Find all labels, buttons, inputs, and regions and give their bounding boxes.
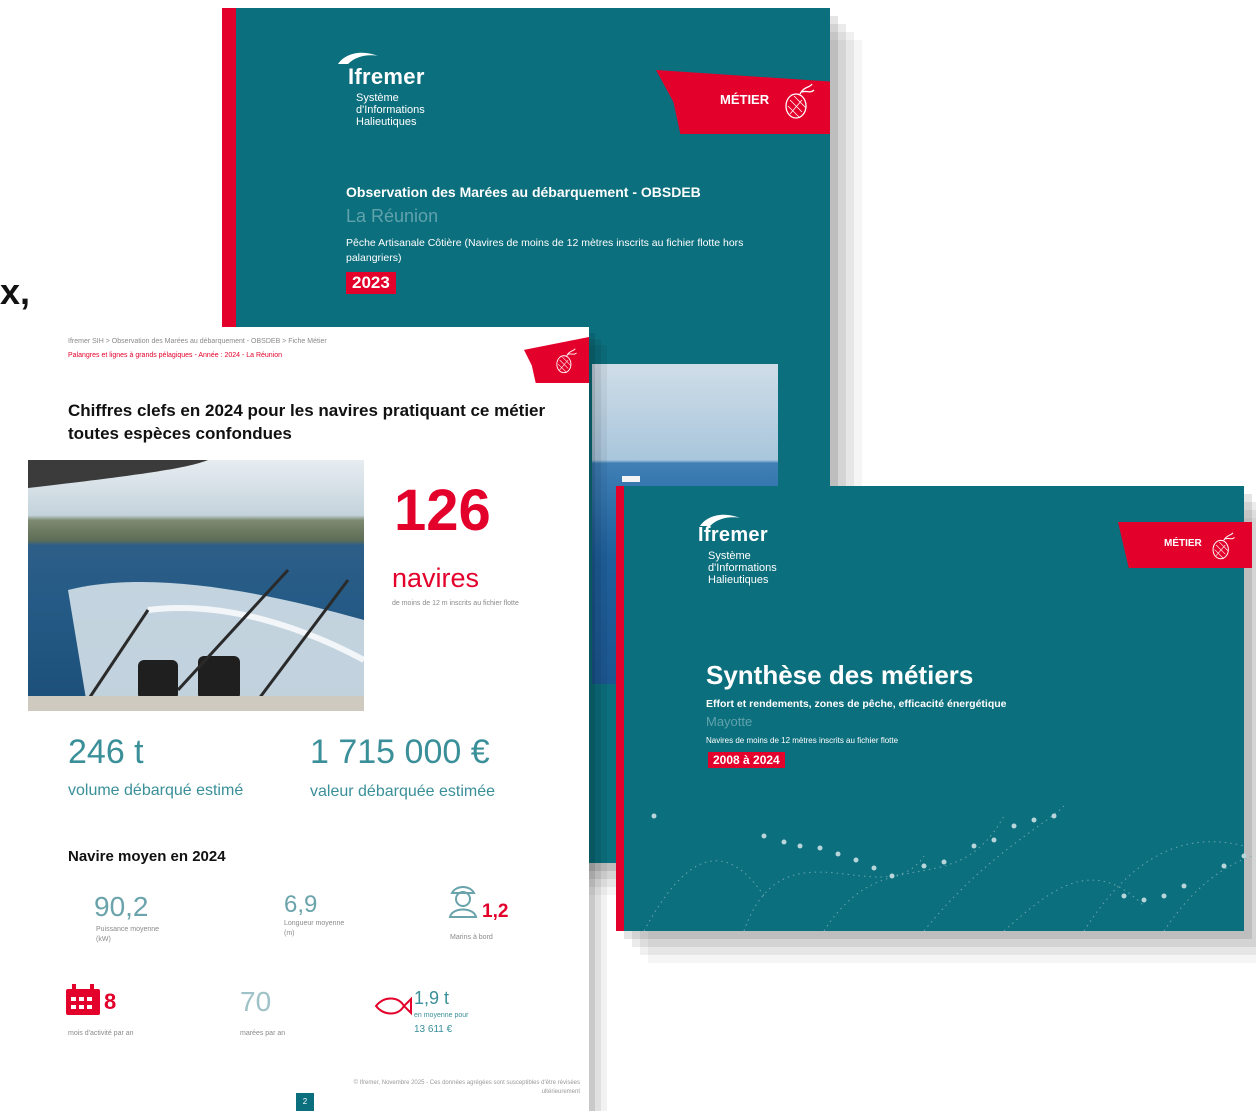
metier-flag-label: MÉTIER	[1164, 538, 1202, 549]
puissance-label: Puissance moyenne (kW)	[96, 926, 160, 943]
page-footer: © Ifremer, Novembre 2025 - Ces données a…	[353, 1080, 580, 1095]
capture-money: 13 611 €	[414, 1024, 453, 1035]
valeur-value: 1 715 000 €	[310, 733, 490, 771]
longueur-label: Longueur moyenne (m)	[284, 920, 345, 937]
back-cover-title: Observation des Marées au débarquement -…	[346, 184, 701, 200]
page-subtitle: Palangres et lignes à grands pélagiques …	[68, 352, 283, 359]
logo-sub-2: d'Informations	[708, 562, 777, 574]
marins-label: Marins à bord	[450, 934, 493, 941]
back-cover-description: Pêche Artisanale Côtière (Navires de moi…	[346, 237, 744, 264]
right-cover-region: Mayotte	[706, 714, 753, 729]
page-number: 2	[296, 1093, 314, 1111]
right-cover-description: Navires de moins de 12 mètres inscrits a…	[706, 736, 899, 745]
valeur-label: valeur débarquée estimée	[310, 783, 496, 800]
logo-name: Ifremer	[698, 524, 768, 546]
metier-flag: MÉTIER	[1118, 522, 1252, 568]
page-heading: Chiffres clefs en 2024 pour les navires …	[68, 401, 546, 443]
logo-sub-1: Système	[356, 92, 399, 104]
fishing-net-icon	[1212, 532, 1235, 560]
mois-value: 8	[104, 989, 117, 1014]
fishing-net-icon	[556, 348, 577, 374]
fiche-metier-page: Ifremer SIH > Observation des Marées au …	[28, 327, 589, 1111]
back-cover-year: 2023	[346, 272, 396, 294]
fishing-net-icon	[785, 83, 815, 119]
right-cover-subtitle: Effort et rendements, zones de pêche, ef…	[706, 698, 1007, 710]
logo-name: Ifremer	[348, 64, 425, 89]
right-cover-page: Ifremer Système d'Informations Halieutiq…	[616, 486, 1252, 931]
marees-value: 70	[240, 986, 272, 1017]
capture-label: en moyenne pour	[414, 1012, 469, 1019]
right-cover-logo: Ifremer Système d'Informations Halieutiq…	[698, 512, 818, 602]
decorative-strands	[643, 805, 1252, 931]
back-cover-region: La Réunion	[346, 206, 439, 226]
back-cover-logo: Ifremer Système d'Informations Halieutiq…	[336, 50, 456, 140]
boat-wake-photo	[28, 460, 364, 711]
right-cover-title: Synthèse des métiers	[706, 660, 974, 690]
sailor-icon	[448, 886, 478, 918]
volume-label: volume débarqué estimé	[68, 782, 244, 799]
avg-heading: Navire moyen en 2024	[68, 848, 226, 865]
metier-flag-label: MÉTIER	[720, 92, 770, 107]
capture-value: 1,9 t	[414, 988, 450, 1008]
right-cover-years: 2008 à 2024	[708, 752, 785, 768]
marins-value: 1,2	[482, 901, 509, 922]
mois-label: mois d'activité par an	[68, 1030, 134, 1037]
navires-note: de moins de 12 m inscrits au fichier flo…	[392, 600, 519, 607]
logo-sub-2: d'Informations	[356, 104, 425, 116]
navires-label: navires	[392, 563, 480, 593]
logo-sub-1: Système	[708, 550, 751, 562]
metier-flag: MÉTIER	[656, 70, 830, 134]
longueur-value: 6,9	[284, 891, 318, 918]
metier-flag	[524, 337, 589, 383]
stray-glyph: x,	[0, 271, 31, 312]
fish-icon	[374, 996, 412, 1016]
volume-value: 246 t	[68, 733, 144, 771]
logo-sub-3: Halieutiques	[708, 574, 769, 586]
navires-count: 126	[394, 478, 491, 543]
marees-label: marées par an	[240, 1030, 286, 1037]
calendar-icon	[66, 984, 100, 1015]
breadcrumb: Ifremer SIH > Observation des Marées au …	[68, 338, 327, 345]
logo-sub-3: Halieutiques	[356, 116, 417, 128]
puissance-value: 90,2	[94, 891, 149, 922]
